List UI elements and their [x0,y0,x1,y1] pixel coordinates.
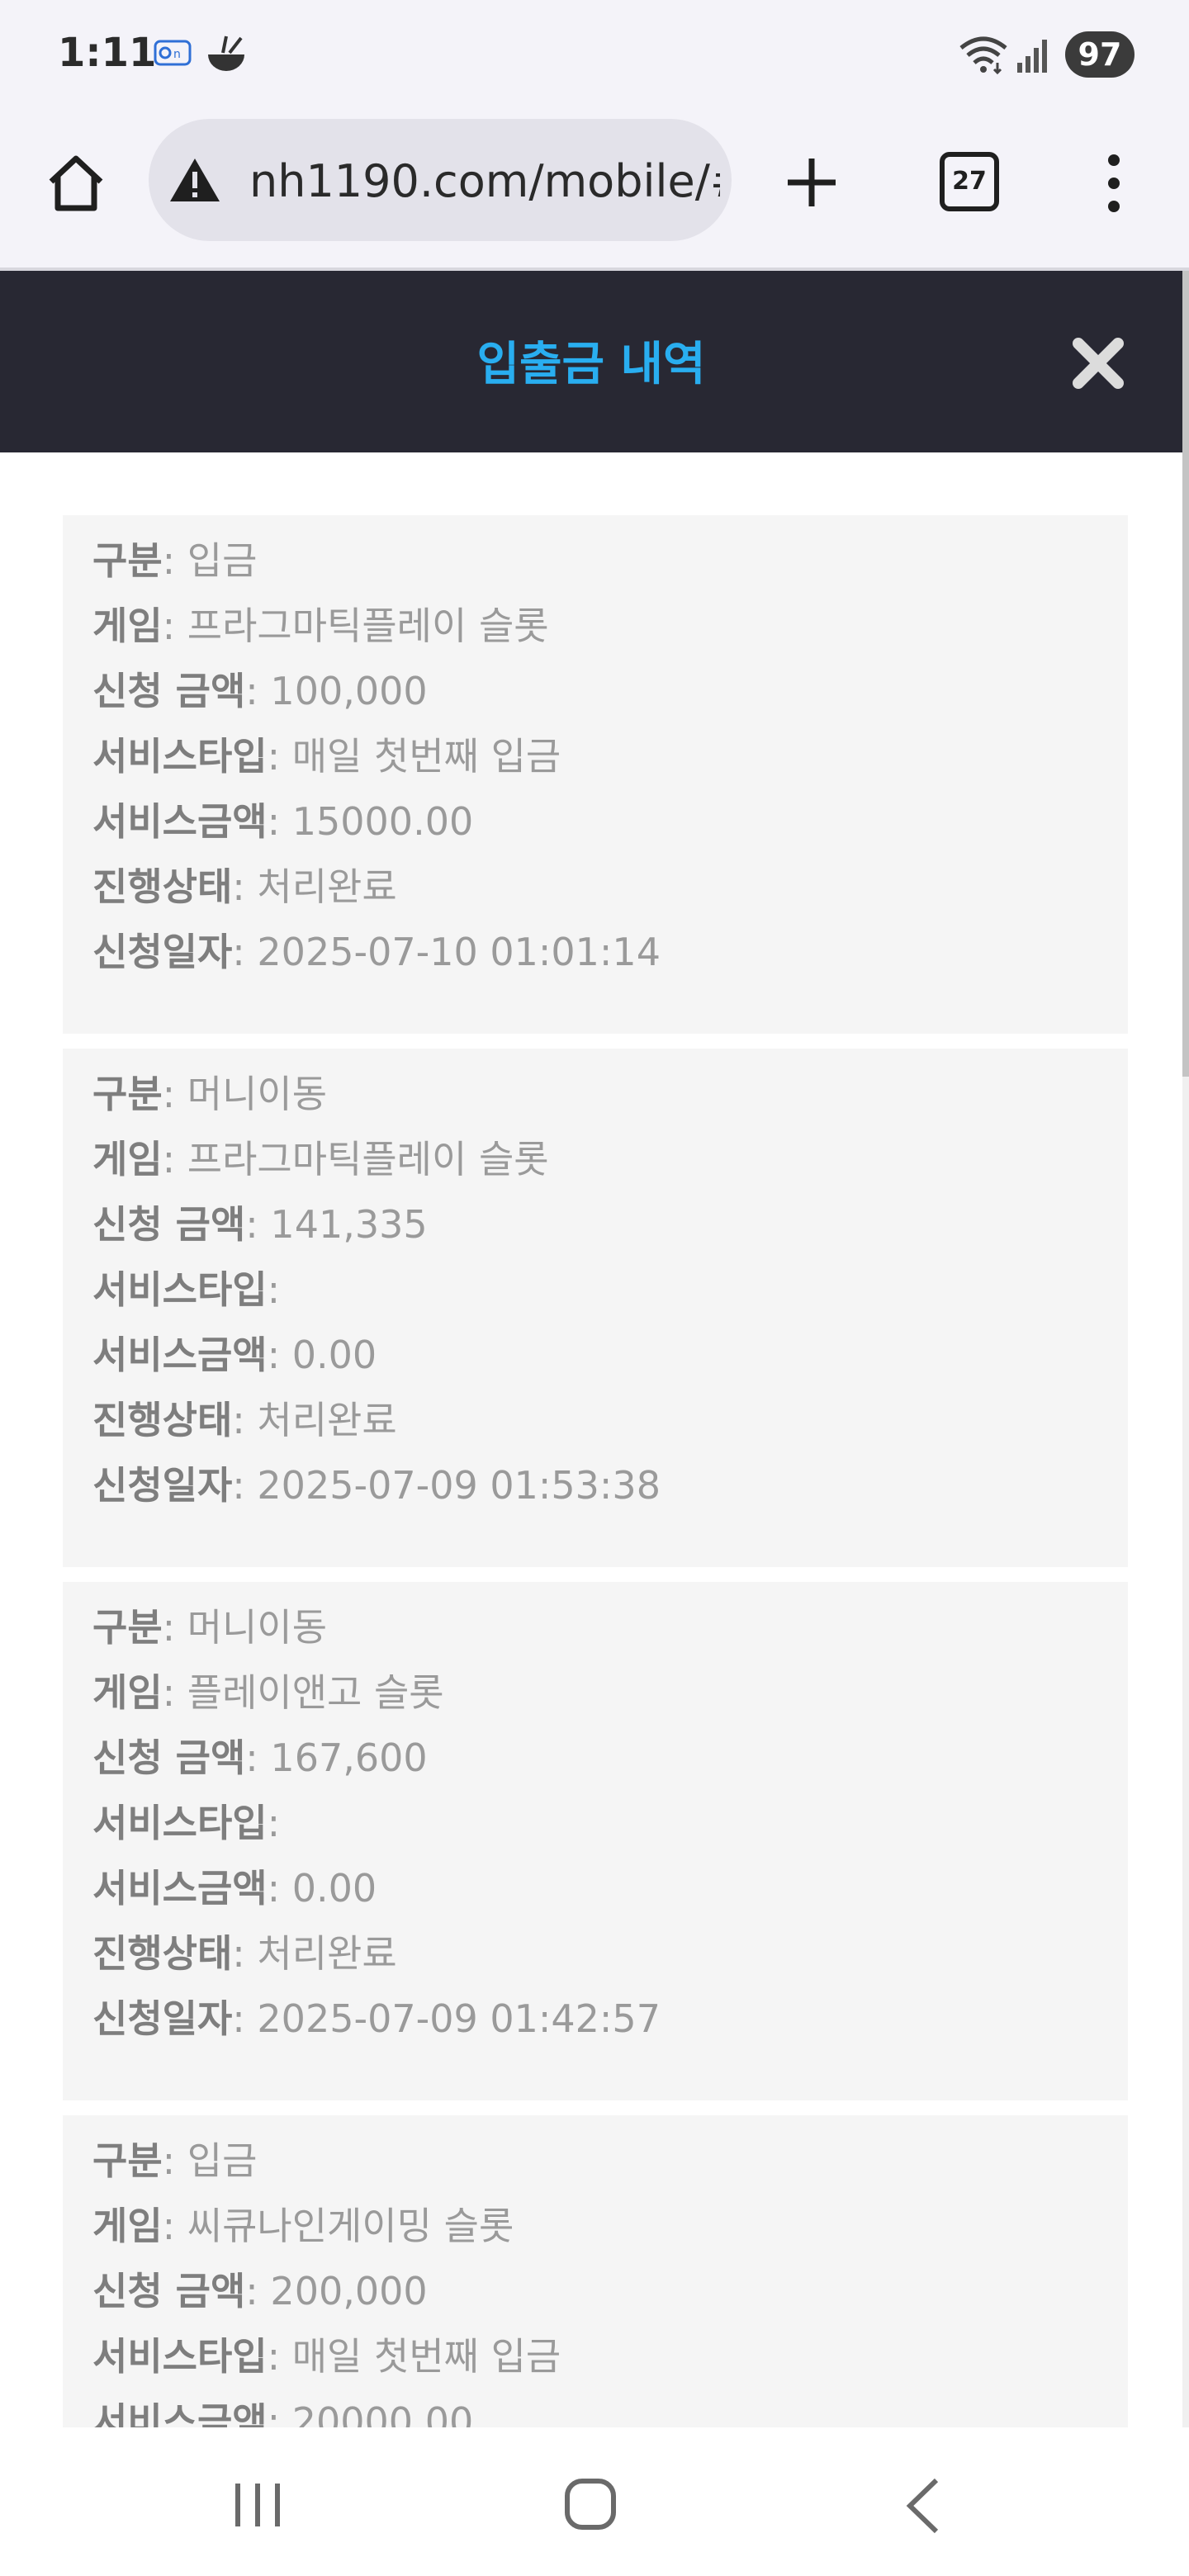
modal-title: 입출금 내역 [476,338,706,391]
battery-badge: 97 [1065,31,1135,78]
close-icon[interactable] [1072,337,1125,390]
modal-header: 입출금 내역 [0,271,1182,452]
service-type-line: 서비스타입: [92,1801,281,1845]
browser-toolbar: nh1190.com/mobile/# 27 [0,112,1189,271]
type-line: 구분: 머니이동 [92,1605,328,1650]
service-type-line: 서비스타입: [92,1267,281,1312]
status-line: 진행상태: 처리완료 [92,864,397,909]
status-line: 진행상태: 처리완료 [92,1398,397,1442]
status-line: 진행상태: 처리완료 [92,1931,397,1976]
type-line: 구분: 머니이동 [92,1072,328,1116]
bowl-icon [208,36,244,71]
transaction-list: 구분: 입금 게임: 프라그마틱플레이 슬롯 신청 금액: 100,000 서비… [0,452,1182,2427]
transaction-card: 구분: 입금 게임: 씨큐나인게이밍 슬롯 신청 금액: 200,000 서비스… [63,2115,1128,2427]
amount-line: 신청 금액: 200,000 [92,2269,428,2313]
clock: 1:11 [58,30,157,76]
warning-icon[interactable] [167,155,223,205]
service-amount-line: 서비스금액: 15000.00 [92,799,474,844]
recent-apps-icon[interactable] [231,2480,284,2530]
scrollbar-thumb[interactable] [1182,271,1189,1077]
home-icon[interactable] [43,150,109,216]
game-line: 게임: 프라그마틱플레이 슬롯 [92,604,549,648]
date-line: 신청일자: 2025-07-09 01:42:57 [92,1996,661,2041]
game-line: 게임: 프라그마틱플레이 슬롯 [92,1137,549,1181]
transaction-card: 구분: 머니이동 게임: 프라그마틱플레이 슬롯 신청 금액: 141,335 … [63,1049,1128,1567]
service-type-line: 서비스타입: 매일 첫번째 입금 [92,734,561,779]
svg-text:n: n [173,48,181,61]
tab-switcher-button[interactable]: 27 [940,152,999,211]
more-vert-icon[interactable] [1101,150,1126,216]
date-line: 신청일자: 2025-07-09 01:53:38 [92,1463,661,1508]
address-bar[interactable]: nh1190.com/mobile/# [149,119,732,241]
home-nav-icon[interactable] [563,2477,618,2531]
game-line: 게임: 씨큐나인게이밍 슬롯 [92,2204,514,2248]
transaction-card: 구분: 입금 게임: 프라그마틱플레이 슬롯 신청 금액: 100,000 서비… [63,515,1128,1034]
status-bar: 1:11 n 97 [0,0,1189,112]
toggle-icon: n [154,40,192,66]
back-icon[interactable] [905,2477,941,2535]
wifi-icon [959,36,1007,75]
transaction-card: 구분: 머니이동 게임: 플레이앤고 슬롯 신청 금액: 167,600 서비스… [63,1582,1128,2100]
game-line: 게임: 플레이앤고 슬롯 [92,1670,444,1715]
type-line: 구분: 입금 [92,2138,258,2183]
type-line: 구분: 입금 [92,538,258,583]
service-amount-line: 서비스금액: 20000.00 [92,2399,474,2427]
url-text[interactable]: nh1190.com/mobile/# [249,155,720,208]
plus-icon[interactable] [783,154,841,211]
service-amount-line: 서비스금액: 0.00 [92,1333,377,1377]
signal-icon [1017,40,1047,73]
service-amount-line: 서비스금액: 0.00 [92,1866,377,1911]
date-line: 신청일자: 2025-07-10 01:01:14 [92,930,661,974]
system-nav-bar [0,2427,1189,2576]
amount-line: 신청 금액: 100,000 [92,669,428,713]
service-type-line: 서비스타입: 매일 첫번째 입금 [92,2334,561,2379]
amount-line: 신청 금액: 141,335 [92,1202,428,1247]
amount-line: 신청 금액: 167,600 [92,1735,428,1780]
